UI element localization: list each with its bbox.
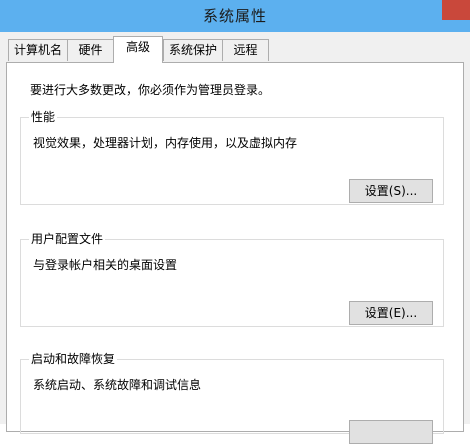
- user-profiles-group: 用户配置文件 与登录帐户相关的桌面设置 设置(E)...: [20, 231, 444, 327]
- user-profiles-description: 与登录帐户相关的桌面设置: [33, 258, 178, 272]
- close-button[interactable]: [442, 0, 470, 20]
- tab-hardware[interactable]: 硬件: [67, 39, 114, 61]
- startup-recovery-description: 系统启动、系统故障和调试信息: [33, 378, 202, 392]
- admin-notice: 要进行大多数更改，你必须作为管理员登录。: [30, 83, 271, 97]
- performance-description: 视觉效果，处理器计划，内存使用，以及虚拟内存: [33, 136, 298, 150]
- performance-group: 性能 视觉效果，处理器计划，内存使用，以及虚拟内存 设置(S)...: [20, 109, 444, 205]
- tab-remote[interactable]: 远程: [222, 39, 269, 61]
- performance-settings-button[interactable]: 设置(S)...: [349, 179, 433, 203]
- window-title: 系统属性: [202, 7, 267, 25]
- user-profiles-settings-button[interactable]: 设置(E)...: [349, 301, 433, 325]
- startup-recovery-title: 启动和故障恢复: [29, 351, 118, 367]
- title-bar[interactable]: 系统属性: [0, 0, 470, 32]
- tab-computer-name[interactable]: 计算机名: [8, 39, 68, 61]
- performance-title: 性能: [29, 109, 58, 125]
- tab-advanced[interactable]: 高级: [113, 36, 163, 63]
- startup-recovery-group: 启动和故障恢复 系统启动、系统故障和调试信息: [20, 351, 444, 444]
- user-profiles-title: 用户配置文件: [29, 231, 106, 247]
- tab-system-protection[interactable]: 系统保护: [163, 39, 223, 61]
